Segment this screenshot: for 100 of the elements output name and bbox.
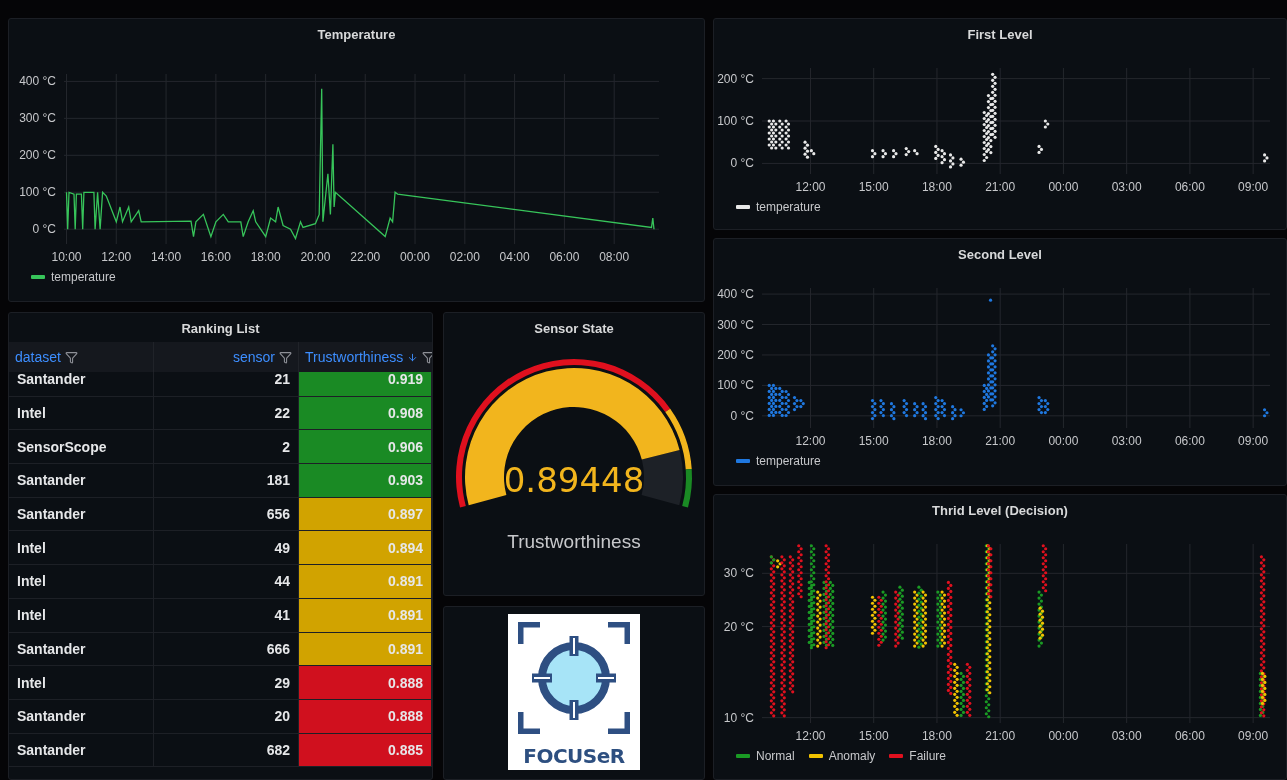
tick-label: 15:00 [858, 729, 889, 743]
tick-label: 400 °C [717, 287, 754, 302]
tick-label: 18:00 [921, 729, 952, 743]
table-cell: Intel [9, 565, 154, 599]
tick-label: 09:00 [1238, 434, 1269, 448]
table-cell: Santander [9, 632, 154, 667]
legend-item[interactable]: Failure [889, 749, 947, 763]
tick-label: 00:00 [400, 250, 431, 264]
panel-title: Temperature [316, 26, 397, 44]
panel-title: Thrid Level (Decision) [931, 502, 1069, 520]
tick-label: 06:00 [549, 250, 580, 264]
tick-label: 0 °C [730, 156, 754, 171]
tick-label: 18:00 [921, 434, 952, 448]
tick-label: 18:00 [250, 250, 281, 264]
tick-label: 400 °C [19, 74, 56, 89]
tick-label: 10:00 [51, 250, 82, 264]
tick-label: 22:00 [350, 250, 381, 264]
table-cell: 0.891 [299, 598, 432, 633]
column-header[interactable]: sensor [154, 342, 299, 372]
tick-label: 100 °C [717, 378, 754, 393]
tick-label: 0 °C [730, 408, 754, 423]
tick-label: 00:00 [1048, 729, 1079, 743]
tick-label: 00:00 [1048, 180, 1079, 194]
panel-title: First Level [966, 26, 1034, 44]
legend-item[interactable]: temperature [31, 270, 116, 284]
legend-item[interactable]: temperature [736, 200, 821, 214]
tick-label: 200 °C [717, 71, 754, 86]
column-header[interactable]: dataset [9, 342, 154, 372]
table-cell: 0.903 [299, 464, 432, 498]
tick-label: 03:00 [1111, 434, 1142, 448]
legend-item[interactable]: temperature [736, 454, 821, 468]
table-cell: Intel [9, 666, 154, 700]
tick-label: 08:00 [599, 250, 630, 264]
tick-label: 15:00 [858, 434, 889, 448]
logo-text: FOCUSeR [523, 744, 625, 768]
panel-title: Ranking List [180, 320, 261, 338]
tick-label: 02:00 [449, 250, 480, 264]
table-cell: 0.919 [299, 372, 432, 397]
tick-label: 200 °C [717, 347, 754, 362]
tick-label: 04:00 [499, 250, 530, 264]
tick-label: 12:00 [795, 180, 826, 194]
table-cell: Santander [9, 372, 154, 397]
table-cell: Santander [9, 464, 154, 498]
tick-label: 03:00 [1111, 180, 1142, 194]
tick-label: 15:00 [858, 180, 889, 194]
tick-label: 20:00 [300, 250, 331, 264]
table-cell: 0.891 [299, 632, 432, 667]
tick-label: 21:00 [985, 729, 1016, 743]
tick-label: 100 °C [717, 114, 754, 128]
table-cell: 0.885 [299, 733, 432, 768]
tick-label: 03:00 [1111, 729, 1142, 743]
tick-label: 0 °C [32, 222, 56, 237]
tick-label: 14:00 [151, 250, 182, 264]
tick-label: 30 °C [723, 566, 754, 581]
table-cell: Intel [9, 598, 154, 633]
table-cell: Santander [9, 497, 154, 532]
legend-item[interactable]: Normal [736, 749, 795, 763]
tick-label: 21:00 [985, 434, 1016, 448]
table-cell: 0.897 [299, 497, 432, 532]
panel-title: Sensor State [533, 320, 615, 338]
tick-label: 300 °C [717, 317, 754, 332]
table-cell: Intel [9, 531, 154, 566]
table-cell: 0.908 [299, 396, 432, 431]
tick-label: 10 °C [723, 710, 754, 725]
tick-label: 21:00 [985, 180, 1016, 194]
tick-label: 06:00 [1174, 434, 1205, 448]
tick-label: 00:00 [1048, 434, 1079, 448]
column-header[interactable]: Trustworthiness [299, 342, 432, 372]
table-cell: 0.894 [299, 531, 432, 566]
tick-label: 12:00 [795, 434, 826, 448]
table-cell: 0.906 [299, 430, 432, 465]
table-cell: 0.891 [299, 565, 432, 599]
tick-label: 200 °C [19, 148, 56, 163]
tick-label: 12:00 [101, 250, 132, 264]
table-cell: Santander [9, 733, 154, 768]
gauge-label: Trustworthiness [506, 530, 642, 553]
legend-item[interactable]: Anomaly [808, 749, 876, 763]
tick-label: 09:00 [1238, 180, 1269, 194]
filter-icon[interactable] [279, 350, 292, 364]
table-cell: 0.888 [299, 666, 432, 700]
tick-label: 20 °C [723, 619, 754, 634]
tick-label: 06:00 [1174, 180, 1205, 194]
table-cell: Santander [9, 699, 154, 734]
table-cell: 0.888 [299, 699, 432, 734]
filter-icon[interactable] [64, 350, 78, 364]
tick-label: 100 °C [19, 185, 56, 200]
gauge-value: 0.89448 [503, 460, 645, 500]
table-cell: Intel [9, 396, 154, 431]
tick-label: 16:00 [200, 250, 231, 264]
tick-label: 12:00 [795, 729, 826, 743]
filter-icon[interactable] [422, 350, 432, 364]
tick-label: 300 °C [19, 111, 56, 126]
threshold-band [682, 468, 692, 508]
tick-label: 06:00 [1174, 729, 1205, 743]
tick-label: 09:00 [1238, 729, 1269, 743]
gauge-track [641, 449, 683, 506]
crosshair-icon [518, 622, 630, 734]
tick-label: 18:00 [921, 180, 952, 194]
table-cell: SensorScope [9, 430, 154, 465]
panel-title: Second Level [957, 246, 1043, 264]
